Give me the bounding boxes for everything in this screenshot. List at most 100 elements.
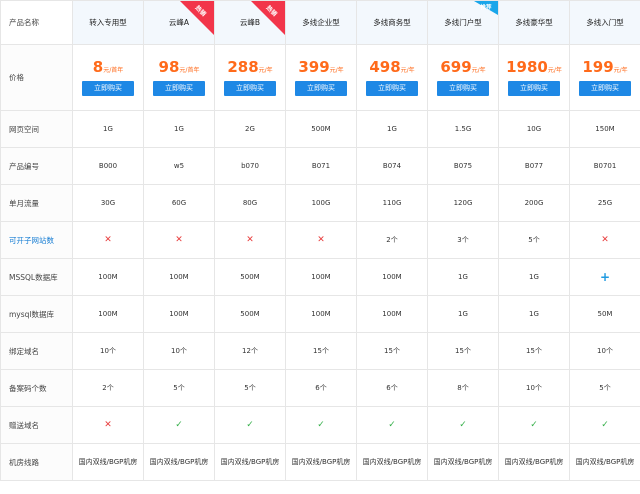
price-cell: 8元/首年立即购买 [72,44,144,111]
buy-now-button[interactable]: 立即购买 [82,80,134,96]
feature-cell: 2G [214,110,286,148]
plan-name: 转入专用型 [89,18,127,27]
cell-value: 120G [453,199,473,207]
feature-cell: B075 [427,147,499,185]
feature-cell: B071 [285,147,357,185]
feature-cell: 1G [143,110,215,148]
feature-cell: 80G [214,184,286,222]
feature-cell: 100M [72,258,144,296]
cell-value: B0701 [593,162,617,170]
feature-cell: 6个 [356,369,428,407]
feature-cell: 50M [569,295,640,333]
cell-value: 国内双线/BGP机房 [504,458,564,466]
feature-cell: ✕ [72,406,144,444]
feature-cell: 10个 [72,332,144,370]
price-cell: 199元/年 立即购买 [569,44,640,111]
cell-value: 1G [529,310,539,318]
feature-cell: 500M [214,258,286,296]
plan-header: 多线入门型 [569,0,640,45]
feature-cell: 1G [427,258,499,296]
feature-cell: ✕ [569,221,640,259]
cell-value: 100M [169,273,189,281]
cell-value: 500M [311,125,331,133]
price-unit: 元/年 [400,66,415,74]
feature-cell: 25G [569,184,640,222]
plan-header: 云峰A 热销 [143,0,215,45]
cell-value: 100M [98,310,118,318]
cell-value: 100M [382,273,402,281]
row-label: 单月流量 [0,184,73,222]
feature-cell: 100M [285,258,357,296]
cell-value: 2G [245,125,255,133]
feature-cell: 500M [214,295,286,333]
cell-value: B075 [453,162,473,170]
cell-value: 80G [242,199,258,207]
feature-cell: 5个 [498,221,570,259]
buy-now-button[interactable]: 立即购买 [153,80,205,96]
cell-value: 12个 [242,347,258,355]
cell-value: 5个 [528,236,540,244]
buy-now-button[interactable]: 立即购买 [366,80,418,96]
cell-value: 110G [382,199,402,207]
cell-value: B074 [382,162,402,170]
feature-row: 网页空间 1G 1G 2G 500M 1G 1.5G 10G 150M [0,110,640,148]
cross-icon: ✕ [317,235,325,245]
feature-cell: 60G [143,184,215,222]
pricing-comparison-table: 产品名称 转入专用型 云峰A 热销 云峰B 热销 多线企业型 多线商务型 多线门户型 推荐 多线豪… [0,0,640,481]
cell-value: 国内双线/BGP机房 [220,458,280,466]
cell-value: 国内双线/BGP机房 [433,458,493,466]
feature-cell: 100M [143,258,215,296]
cell-value: 15个 [455,347,471,355]
cell-value: 60G [171,199,187,207]
plan-header: 转入专用型 [72,0,144,45]
price-number: 399 [298,57,330,76]
cell-value: 8个 [457,384,469,392]
feature-cell: 10G [498,110,570,148]
feature-cell: ✓ [569,406,640,444]
check-icon: ✓ [530,420,538,430]
row-label: MSSQL数据库 [0,258,73,296]
row-label: 产品编号 [0,147,73,185]
cell-value: 10个 [171,347,187,355]
check-icon: ✓ [388,420,396,430]
cell-value: 50M [597,310,613,318]
feature-cell: ✓ [498,406,570,444]
cell-value: 100M [311,273,331,281]
feature-cell: 国内双线/BGP机房 [285,443,357,481]
feature-cell: 150M [569,110,640,148]
buy-now-button[interactable]: 立即购买 [579,80,631,96]
buy-now-button[interactable]: 立即购买 [437,80,489,96]
price-unit: 元/年 [471,66,486,74]
feature-cell: 100M [143,295,215,333]
cell-value: 国内双线/BGP机房 [291,458,351,466]
price-value: 399元/年 [287,57,356,76]
price-number: 1980 [506,57,548,76]
feature-cell: 2个 [72,369,144,407]
feature-cell: ✓ [214,406,286,444]
price-unit: 元/年 [258,66,273,74]
feature-cell: 15个 [356,332,428,370]
feature-cell: 国内双线/BGP机房 [427,443,499,481]
price-value: 1980元/年 [500,57,569,76]
price-value: 8元/首年 [74,59,143,75]
feature-cell: 10个 [498,369,570,407]
buy-now-button[interactable]: 立即购买 [224,80,276,96]
cell-value: 150M [595,125,615,133]
feature-cell: 国内双线/BGP机房 [72,443,144,481]
feature-row: MSSQL数据库 100M 100M 500M 100M 100M 1G 1G + [0,258,640,296]
buy-now-button[interactable]: 立即购买 [295,80,347,96]
cell-value: 15个 [526,347,542,355]
price-value: 199元/年 [571,59,640,75]
cell-value: 500M [240,273,260,281]
feature-cell: 100M [285,295,357,333]
feature-cell: 100M [356,295,428,333]
row-label: 绑定域名 [0,332,73,370]
feature-cell: 500M [285,110,357,148]
feature-cell: 100G [285,184,357,222]
price-value: 498元/年 [358,59,427,75]
buy-now-button[interactable]: 立即购买 [508,80,560,96]
cell-value: 200G [524,199,544,207]
plan-header: 多线豪华型 [498,0,570,45]
feature-cell: 12个 [214,332,286,370]
cell-value: 10个 [526,384,542,392]
